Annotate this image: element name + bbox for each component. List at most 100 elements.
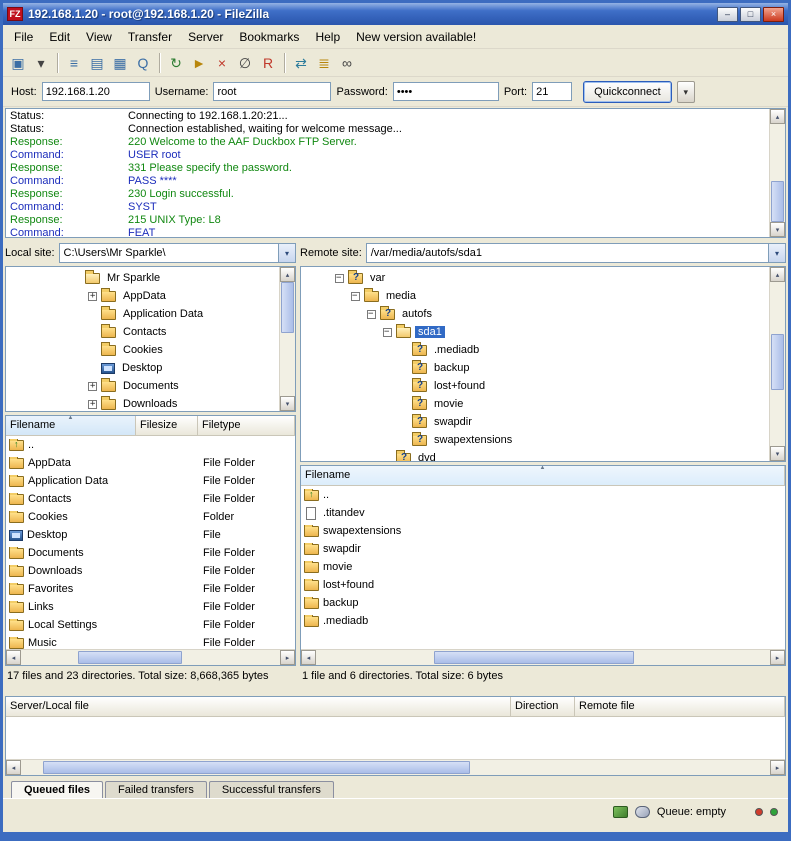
maximize-button[interactable]: □ — [740, 7, 761, 22]
tree-expander-icon[interactable] — [383, 328, 392, 337]
queue-hscrollbar[interactable]: ◂ ▸ — [6, 759, 785, 775]
tree-item[interactable]: sda1 — [303, 323, 769, 341]
file-row[interactable]: Local Settings File Folder — [6, 616, 295, 634]
tree-item[interactable]: autofs — [303, 305, 769, 323]
scroll-right-icon[interactable]: ▸ — [770, 760, 785, 775]
port-input[interactable] — [532, 82, 572, 101]
tree-item[interactable]: .mediadb — [303, 341, 769, 359]
column-header-filename[interactable]: Filename ▲ — [301, 466, 785, 485]
toggle-remote-tree-icon[interactable]: ▦ — [109, 52, 131, 74]
file-row[interactable]: movie — [301, 558, 785, 576]
tree-expander-icon[interactable] — [351, 292, 360, 301]
reconnect-icon[interactable]: R — [257, 52, 279, 74]
minimize-button[interactable]: – — [717, 7, 738, 22]
tree-item[interactable]: Documents — [8, 377, 279, 395]
local-list-hscrollbar[interactable]: ◂ ▸ — [6, 649, 295, 665]
tree-item[interactable]: lost+found — [303, 377, 769, 395]
toggle-log-icon[interactable]: ≡ — [63, 52, 85, 74]
menu-item[interactable]: View — [79, 27, 119, 47]
tab-failed-transfers[interactable]: Failed transfers — [105, 781, 207, 798]
menu-item[interactable]: Server — [181, 27, 230, 47]
disconnect-icon[interactable]: ∅ — [234, 52, 256, 74]
file-row[interactable]: Downloads File Folder — [6, 562, 295, 580]
column-header-filename[interactable]: Filename ▲ — [6, 416, 136, 435]
column-header-filesize[interactable]: Filesize — [136, 416, 198, 435]
file-row[interactable]: backup — [301, 594, 785, 612]
scroll-down-icon[interactable]: ▾ — [770, 222, 785, 237]
scroll-up-icon[interactable]: ▴ — [770, 109, 785, 124]
combo-dropdown-icon[interactable]: ▾ — [278, 244, 295, 262]
scroll-track[interactable] — [21, 650, 280, 665]
tree-item[interactable]: Mr Sparkle — [8, 269, 279, 287]
tab-successful-transfers[interactable]: Successful transfers — [209, 781, 334, 798]
tree-item[interactable]: dvd — [303, 449, 769, 461]
scroll-right-icon[interactable]: ▸ — [280, 650, 295, 665]
scroll-track[interactable] — [770, 124, 785, 222]
toggle-queue-icon[interactable]: Q — [132, 52, 154, 74]
file-row[interactable]: Music File Folder — [6, 634, 295, 649]
tree-item[interactable]: Application Data — [8, 305, 279, 323]
menu-item[interactable]: Bookmarks — [232, 27, 306, 47]
tree-expander-icon[interactable] — [88, 400, 97, 409]
menu-item[interactable]: New version available! — [349, 27, 483, 47]
file-row[interactable]: swapdir — [301, 540, 785, 558]
scroll-track[interactable] — [21, 760, 770, 775]
file-row[interactable]: swapextensions — [301, 522, 785, 540]
scroll-down-icon[interactable]: ▾ — [280, 396, 295, 411]
cancel-icon[interactable]: × — [211, 52, 233, 74]
site-manager-icon[interactable]: ▣ — [7, 52, 29, 74]
tree-item[interactable]: swapdir — [303, 413, 769, 431]
file-row[interactable]: AppData File Folder — [6, 454, 295, 472]
toggle-local-tree-icon[interactable]: ▤ — [86, 52, 108, 74]
file-row[interactable]: Contacts File Folder — [6, 490, 295, 508]
file-row[interactable]: Links File Folder — [6, 598, 295, 616]
process-queue-icon[interactable]: ► — [188, 52, 210, 74]
file-row[interactable]: lost+found — [301, 576, 785, 594]
tab-queued-files[interactable]: Queued files — [11, 781, 103, 798]
scroll-up-icon[interactable]: ▴ — [280, 267, 295, 282]
tree-item[interactable]: media — [303, 287, 769, 305]
scroll-thumb[interactable] — [771, 334, 784, 390]
menu-item[interactable]: Help — [308, 27, 347, 47]
file-row[interactable]: .mediadb — [301, 612, 785, 630]
quickconnect-dropdown-icon[interactable]: ▾ — [677, 81, 695, 103]
local-site-combo[interactable]: C:\Users\Mr Sparkle\ ▾ — [59, 243, 296, 263]
remote-tree-scrollbar[interactable]: ▴ ▾ — [769, 267, 785, 461]
tree-expander-icon[interactable] — [88, 382, 97, 391]
column-header-direction[interactable]: Direction — [511, 697, 575, 716]
site-manager-dropdown-icon[interactable]: ▾ — [30, 52, 52, 74]
compare-icon[interactable]: ⇄ — [290, 52, 312, 74]
refresh-icon[interactable]: ↻ — [165, 52, 187, 74]
file-row[interactable]: Documents File Folder — [6, 544, 295, 562]
column-header-local-file[interactable]: Server/Local file — [6, 697, 511, 716]
filter-icon[interactable] — [635, 806, 650, 818]
scroll-thumb[interactable] — [281, 282, 294, 333]
file-row[interactable]: .titandev — [301, 504, 785, 522]
scroll-left-icon[interactable]: ◂ — [6, 650, 21, 665]
scroll-thumb[interactable] — [434, 651, 634, 664]
file-row[interactable]: .. — [301, 486, 785, 504]
local-tree-scrollbar[interactable]: ▴ ▾ — [279, 267, 295, 411]
log-scrollbar[interactable]: ▴ ▾ — [769, 109, 785, 237]
titlebar[interactable]: FZ 192.168.1.20 - root@192.168.1.20 - Fi… — [3, 3, 788, 25]
sync-browsing-icon[interactable]: ≣ — [313, 52, 335, 74]
scroll-down-icon[interactable]: ▾ — [770, 446, 785, 461]
file-row[interactable]: Cookies Folder — [6, 508, 295, 526]
tree-expander-icon[interactable] — [335, 274, 344, 283]
scroll-right-icon[interactable]: ▸ — [770, 650, 785, 665]
scroll-track[interactable] — [316, 650, 770, 665]
column-header-filetype[interactable]: Filetype — [198, 416, 295, 435]
scroll-up-icon[interactable]: ▴ — [770, 267, 785, 282]
menu-item[interactable]: File — [7, 27, 40, 47]
host-input[interactable] — [42, 82, 150, 101]
file-row[interactable]: .. — [6, 436, 295, 454]
close-button[interactable]: × — [763, 7, 784, 22]
tree-expander-icon[interactable] — [88, 292, 97, 301]
tree-item[interactable]: var — [303, 269, 769, 287]
scroll-left-icon[interactable]: ◂ — [301, 650, 316, 665]
menu-item[interactable]: Transfer — [121, 27, 179, 47]
tree-item[interactable]: Downloads — [8, 395, 279, 411]
combo-dropdown-icon[interactable]: ▾ — [768, 244, 785, 262]
tree-item[interactable]: Contacts — [8, 323, 279, 341]
scroll-track[interactable] — [770, 282, 785, 446]
